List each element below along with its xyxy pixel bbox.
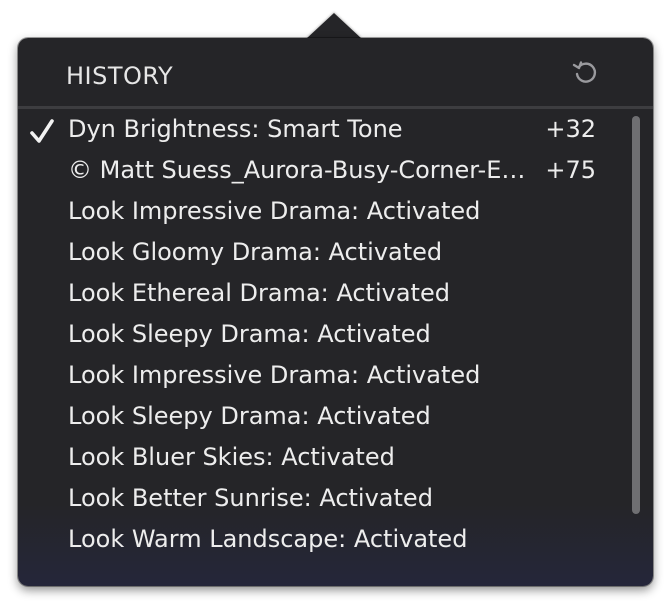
history-header: HISTORY <box>18 38 653 109</box>
reset-icon <box>572 61 597 83</box>
history-item[interactable]: Look Better Sunrise: Activated <box>18 481 628 522</box>
history-item[interactable]: Look Bluer Skies: Activated <box>18 440 628 481</box>
history-list: Dyn Brightness: Smart Tone +32 © Matt Su… <box>18 112 628 563</box>
history-item-label: Look Ethereal Drama: Activated <box>68 279 450 307</box>
history-item-label: Look Sleepy Drama: Activated <box>68 320 431 348</box>
history-item-label: Look Bluer Skies: Activated <box>68 443 395 471</box>
history-item[interactable]: Look Impressive Drama: Activated <box>18 358 628 399</box>
history-item[interactable]: Dyn Brightness: Smart Tone +32 <box>18 112 628 153</box>
history-item-label: Look Gloomy Drama: Activated <box>68 238 443 266</box>
history-item-value: +32 <box>545 115 596 143</box>
history-item-label: © Matt Suess_Aurora-Busy-Corner-Exposure… <box>68 156 528 184</box>
history-item[interactable]: Look Sleepy Drama: Activated <box>18 399 628 440</box>
history-item-label: Look Sleepy Drama: Activated <box>68 402 431 430</box>
history-item[interactable]: Look Warm Landscape: Activated <box>18 522 628 563</box>
history-item-value: +75 <box>545 156 596 184</box>
popover-arrow <box>306 13 362 39</box>
history-popover: HISTORY Dyn Brightness: Smart Tone +32 ©… <box>18 38 653 586</box>
history-item-label: Dyn Brightness: Smart Tone <box>68 115 403 143</box>
history-item[interactable]: Look Gloomy Drama: Activated <box>18 235 628 276</box>
history-title: HISTORY <box>66 62 174 90</box>
history-item[interactable]: Look Ethereal Drama: Activated <box>18 276 628 317</box>
history-scrollbar[interactable] <box>632 116 640 514</box>
history-item[interactable]: Look Sleepy Drama: Activated <box>18 317 628 358</box>
history-item-label: Look Warm Landscape: Activated <box>68 525 468 553</box>
history-item[interactable]: Look Impressive Drama: Activated <box>18 194 628 235</box>
history-item-label: Look Better Sunrise: Activated <box>68 484 433 512</box>
history-item-label: Look Impressive Drama: Activated <box>68 197 481 225</box>
checkmark-icon <box>30 119 54 143</box>
history-item-label: Look Impressive Drama: Activated <box>68 361 481 389</box>
history-item[interactable]: © Matt Suess_Aurora-Busy-Corner-Exposure… <box>18 153 628 194</box>
reset-history-button[interactable] <box>566 56 604 88</box>
